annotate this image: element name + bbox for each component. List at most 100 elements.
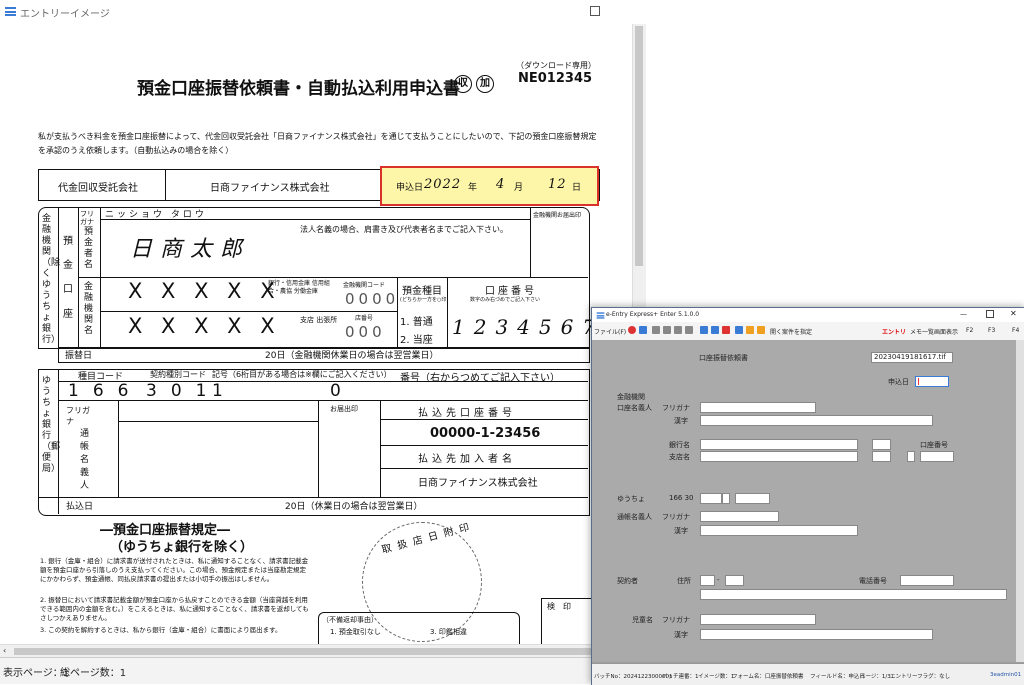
yucho-section-label: ゆうちょ銀行（郵便局） (42, 376, 61, 474)
viewer-title: エントリーイメージ (20, 9, 110, 20)
zoom-out-icon[interactable] (663, 326, 671, 334)
holder-label: 預金者名 (84, 227, 94, 270)
status-form-name: フォーム名：口座振替依頼書 (732, 674, 804, 680)
save-icon[interactable] (639, 326, 647, 334)
doc-type-label: 口座振替依頼書 (699, 354, 748, 362)
entry-statusbar: バッチNo：20241223000001 バッチ連番：1 イメージ数：1 フォー… (592, 663, 1024, 685)
entry-label[interactable]: エントリ (882, 327, 906, 336)
return-reason-3: 3. 印鑑相違 (430, 628, 467, 636)
branch-code-input[interactable] (872, 451, 891, 462)
month-unit: 月 (514, 183, 524, 193)
account-type-note: (どちらか一方を○印) (400, 297, 449, 303)
yucho-digit-input[interactable] (722, 493, 730, 504)
next-icon[interactable] (711, 326, 719, 334)
branch-name-value: X X X X X (128, 314, 281, 338)
delete-icon[interactable] (722, 326, 730, 334)
apply-date-highlight: 申込日 2022 年 4 月 12 日 (380, 166, 599, 206)
bank-stamp-label: 金融機関お届出印 (533, 212, 582, 219)
minimize-icon[interactable]: — (960, 310, 967, 318)
specify-label[interactable]: 開く案件を指定 (770, 327, 812, 336)
rule-2: 2. 振替日において請求書記載金額が預金口座から払戻すことのできる金額（当座貸越… (40, 596, 309, 622)
zoom-icon[interactable] (652, 326, 660, 334)
prev-icon[interactable] (700, 326, 708, 334)
f3-button[interactable]: F3 (988, 327, 995, 334)
payee-account-value: 00000-1-23456 (430, 426, 541, 441)
entry-toolbar: ファイル(F) 開く案件を指定 エントリ メモ一覧画面表示 F2 F3 F4 (592, 322, 1024, 341)
furigana-label-2: フリガナ (66, 406, 90, 426)
horizontal-scrollbar[interactable]: ‹ (0, 644, 645, 658)
entry-vscrollbar[interactable] (1016, 340, 1024, 662)
circle-mark-2: 加 (476, 75, 494, 93)
payee-name-value: 日商ファイナンス株式会社 (418, 478, 538, 489)
status-page: ページ：1/3 (860, 674, 891, 680)
close-icon[interactable]: ✕ (1010, 309, 1017, 318)
bank-code-label: 金融機関コード (343, 282, 386, 289)
account-number-label: 口座番号 (485, 286, 537, 297)
rotate-icon[interactable] (685, 326, 693, 334)
apply-date-input[interactable] (915, 376, 949, 387)
financial-label: 金融機関 (617, 393, 645, 401)
circle-mark-1: 収 (454, 75, 472, 93)
list-icon[interactable] (735, 326, 743, 334)
child-furigana-input[interactable] (700, 614, 816, 625)
account-number-input[interactable] (920, 451, 954, 462)
maximize-icon[interactable] (590, 6, 600, 16)
stop-icon[interactable] (628, 326, 636, 334)
payee-account-label: 払込先口座番号 (418, 408, 516, 419)
bank-name-value: X X X X X (128, 279, 281, 303)
passbook-furigana-input[interactable] (700, 511, 779, 522)
f2-button[interactable]: F2 (966, 327, 973, 334)
holder-furigana-input[interactable] (700, 402, 816, 413)
account-type-input[interactable] (907, 451, 915, 462)
yucho-symbol-input[interactable] (700, 493, 722, 504)
f4-button[interactable]: F4 (1012, 327, 1019, 334)
payee-name-label: 払込先加入者名 (418, 454, 516, 465)
apply-year: 2022 (424, 177, 462, 192)
agent-label: 代金回収受託会社 (58, 183, 138, 194)
phone-input[interactable] (900, 575, 954, 586)
zip1-input[interactable] (700, 575, 715, 586)
pay-day-value: 20日（休業日の場合は翌営業日） (285, 502, 423, 512)
status-batch: バッチNo：20241223000001 (594, 674, 673, 680)
yucho-label: ゆうちょ (617, 495, 645, 503)
passbook-kanji-input[interactable] (700, 525, 858, 536)
rule-3: 3. この契約を解約するときは、私から銀行（金庫・組合）に書面により届出ます。 (40, 626, 282, 634)
rule-1: 1. 銀行（金庫・組合）に請求書が送付されたときは、私に通知することなく、請求書… (40, 557, 309, 583)
bank-name-input[interactable] (700, 439, 858, 450)
apply-date-field-label: 申込日 (888, 378, 909, 386)
folder-icon[interactable] (746, 326, 754, 334)
arrow-icon[interactable] (757, 326, 765, 334)
bank-name-field-label: 銀行名 (669, 441, 690, 449)
form-title: 預金口座振替依頼書・自動払込利用申込書 (137, 79, 460, 99)
download-note: （ダウンロード専用） (516, 61, 596, 70)
passbook-kanji-label: 漢字 (674, 527, 688, 535)
scroll-left-icon[interactable]: ‹ (3, 646, 6, 655)
hscroll-thumb[interactable] (14, 648, 614, 655)
status-image-count: イメージ数：1 (698, 674, 735, 680)
furigana-label: フリガナ (80, 210, 94, 226)
address-label: 住所 (677, 577, 691, 585)
maximize-icon-2[interactable] (986, 310, 994, 318)
bank-code-input[interactable] (872, 439, 891, 450)
contract-code-value: 301 (146, 381, 221, 401)
yucho-codes: 166 30 (669, 494, 694, 502)
holder-furigana-label: フリガナ (662, 404, 690, 412)
holder-kanji-input[interactable] (700, 415, 933, 426)
zip2-input[interactable] (725, 575, 744, 586)
filename-field: 20230419181617.tif (871, 352, 953, 363)
branch-name-input[interactable] (700, 451, 858, 462)
entry-title: e-Entry Express+ Enter 5.1.0.0 (606, 311, 700, 318)
entry-window: e-Entry Express+ Enter 5.1.0.0 — ✕ ファイル(… (591, 307, 1024, 685)
child-kanji-input[interactable] (700, 629, 933, 640)
file-menu[interactable]: ファイル(F) (594, 327, 626, 336)
fit-icon[interactable] (674, 326, 682, 334)
holder-value: 日商太郎 (130, 237, 251, 262)
memo-label[interactable]: メモ一覧画面表示 (910, 327, 958, 336)
yucho-number-input[interactable] (735, 493, 770, 504)
address-input[interactable] (700, 589, 1007, 600)
scroll-thumb[interactable] (635, 26, 643, 266)
status-user: 3eadmin01 (990, 672, 1022, 678)
pay-day-label: 払込日 (66, 502, 94, 512)
zip-separator: - (717, 576, 720, 584)
corporate-note: 法人名義の場合、肩書き及び代表者名までご記入下さい。 (300, 225, 508, 234)
